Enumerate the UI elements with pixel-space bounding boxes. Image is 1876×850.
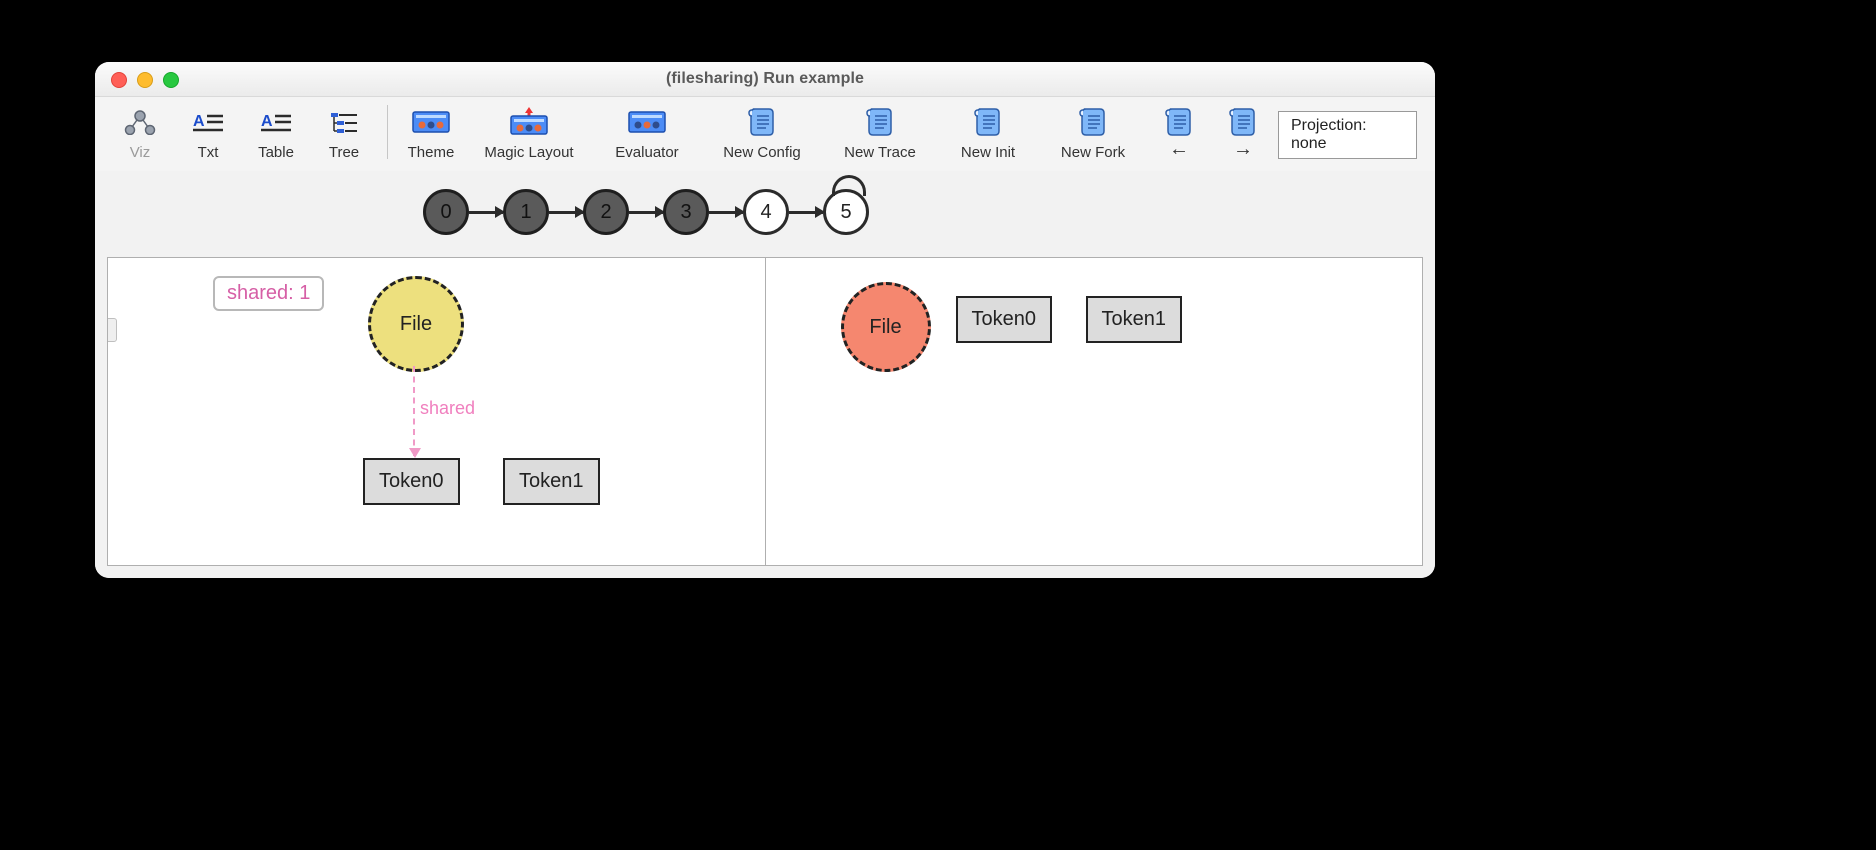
- zoom-icon[interactable]: [163, 72, 179, 88]
- projection-label: Projection: none: [1291, 117, 1367, 152]
- new-trace-label: New Trace: [844, 144, 916, 161]
- trace-steps: 0 1 2 3 4 5: [423, 189, 869, 235]
- svg-text:A: A: [193, 113, 205, 130]
- trace-step-3[interactable]: 3: [663, 189, 709, 235]
- viz-icon: [120, 105, 160, 139]
- node-token0[interactable]: Token0: [363, 458, 460, 505]
- trace-step-2[interactable]: 2: [583, 189, 629, 235]
- state-pane-left[interactable]: shared: 1 File shared Token0 Token1: [107, 257, 766, 566]
- panes: shared: 1 File shared Token0 Token1: [107, 257, 1423, 566]
- trace-arrow-icon: [709, 211, 743, 214]
- table-label: Table: [258, 144, 294, 161]
- prev-step-button[interactable]: ←: [1150, 101, 1208, 165]
- next-label: →: [1233, 138, 1253, 161]
- trace-arrow-icon: [469, 211, 503, 214]
- scroll-icon: [1073, 105, 1113, 139]
- svg-text:A: A: [261, 113, 273, 130]
- viz-label: Viz: [130, 144, 151, 161]
- window-traffic-lights: [111, 72, 179, 88]
- content-area: 0 1 2 3 4 5 shared: 1: [95, 171, 1435, 578]
- new-init-label: New Init: [961, 144, 1015, 161]
- trace-step-0[interactable]: 0: [423, 189, 469, 235]
- node-file[interactable]: File: [368, 276, 464, 372]
- viz-button[interactable]: Viz: [109, 101, 171, 165]
- self-loop-icon: [832, 175, 866, 196]
- scroll-icon: [968, 105, 1008, 139]
- theme-icon: [411, 105, 451, 139]
- window-title: (filesharing) Run example: [666, 70, 864, 87]
- state-pane-right[interactable]: File Token0 Token1: [765, 257, 1424, 566]
- toolbar: Viz A Txt A Tabl: [95, 97, 1435, 177]
- evaluator-button[interactable]: Evaluator: [596, 101, 698, 165]
- minimize-icon[interactable]: [137, 72, 153, 88]
- pane-handle-icon[interactable]: [107, 318, 117, 342]
- trace-bar: 0 1 2 3 4 5: [95, 171, 1435, 257]
- trace-step-5[interactable]: 5: [823, 189, 869, 235]
- theme-button[interactable]: Theme: [400, 101, 462, 165]
- node-file[interactable]: File: [841, 282, 931, 372]
- app-window: (filesharing) Run example Viz A: [95, 62, 1435, 578]
- trace-arrow-icon: [629, 211, 663, 214]
- evaluator-label: Evaluator: [615, 144, 678, 161]
- trace-arrow-icon: [789, 211, 823, 214]
- edge-shared-label: shared: [420, 398, 475, 419]
- node-token1[interactable]: Token1: [503, 458, 600, 505]
- magic-layout-button[interactable]: Magic Layout: [468, 101, 590, 165]
- table-icon: A: [256, 105, 296, 139]
- node-token1[interactable]: Token1: [1086, 296, 1183, 343]
- theme-label: Theme: [408, 144, 455, 161]
- tree-icon: [324, 105, 364, 139]
- new-init-button[interactable]: New Init: [940, 101, 1036, 165]
- trace-arrow-icon: [549, 211, 583, 214]
- trace-step-4[interactable]: 4: [743, 189, 789, 235]
- node-token0[interactable]: Token0: [956, 296, 1053, 343]
- text-icon: A: [188, 105, 228, 139]
- new-fork-button[interactable]: New Fork: [1042, 101, 1144, 165]
- magic-layout-label: Magic Layout: [484, 144, 573, 161]
- new-fork-label: New Fork: [1061, 144, 1125, 161]
- new-config-button[interactable]: New Config: [704, 101, 820, 165]
- evaluator-icon: [627, 105, 667, 139]
- table-button[interactable]: A Table: [245, 101, 307, 165]
- projection-dropdown[interactable]: Projection: none: [1278, 111, 1417, 159]
- txt-label: Txt: [198, 144, 219, 161]
- txt-button[interactable]: A Txt: [177, 101, 239, 165]
- magic-layout-icon: [509, 105, 549, 139]
- title-bar: (filesharing) Run example: [95, 62, 1435, 97]
- new-trace-button[interactable]: New Trace: [826, 101, 934, 165]
- tree-label: Tree: [329, 144, 359, 161]
- trace-step-1[interactable]: 1: [503, 189, 549, 235]
- close-icon[interactable]: [111, 72, 127, 88]
- scroll-icon: [1159, 105, 1199, 138]
- scroll-icon: [742, 105, 782, 139]
- next-step-button[interactable]: →: [1214, 101, 1272, 165]
- toolbar-separator: [387, 105, 388, 159]
- new-config-label: New Config: [723, 144, 801, 161]
- scroll-icon: [860, 105, 900, 139]
- edge-shared: [413, 366, 415, 456]
- prev-label: ←: [1169, 138, 1189, 161]
- annotation-shared: shared: 1: [213, 276, 324, 311]
- scroll-icon: [1223, 105, 1263, 138]
- tree-button[interactable]: Tree: [313, 101, 375, 165]
